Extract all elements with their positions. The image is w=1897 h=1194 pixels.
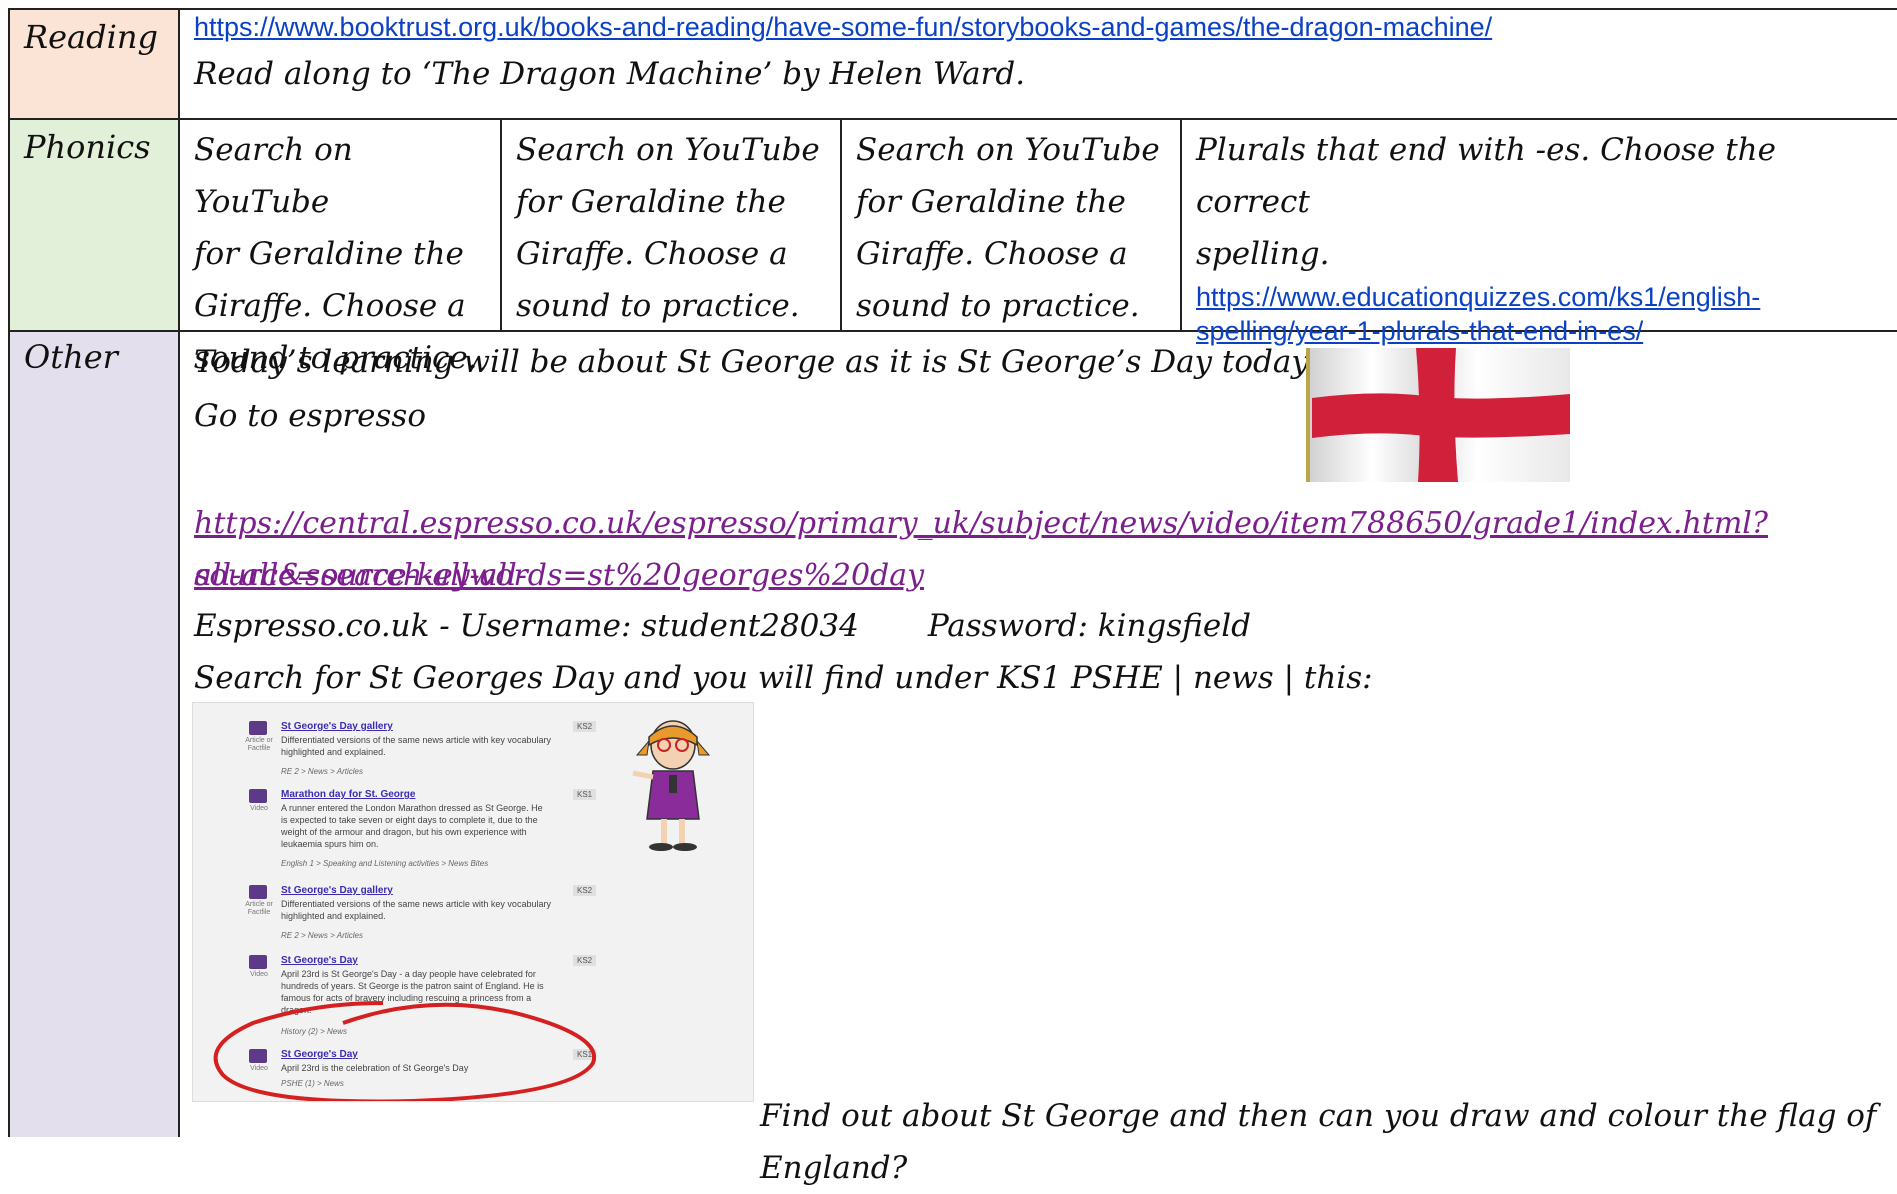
phonics-cell-line: Giraffe. Choose a (516, 236, 788, 272)
reading-text: Read along to ‘The Dragon Machine’ by He… (194, 56, 1026, 92)
reading-label: Reading (24, 18, 158, 56)
other-label-cell (10, 332, 178, 1137)
plurals-text-2: spelling. (1196, 236, 1330, 272)
england-flag-image (1306, 348, 1570, 482)
phonics-cell-line: for Geraldine the (194, 236, 464, 272)
espresso-results-screenshot: Article or Factfile St George's Day gall… (192, 702, 754, 1102)
espresso-search-instruction: Search for St Georges Day and you will f… (194, 660, 1373, 696)
reading-link[interactable]: https://www.booktrust.org.uk/books-and-r… (194, 12, 1492, 43)
final-instruction: Find out about St George and then can yo… (760, 1098, 1877, 1186)
table-border-left (8, 8, 10, 1137)
phonics-cell-plurals: Plurals that end with -es. Choose the co… (1196, 124, 1886, 348)
phonics-cell-line: Giraffe. Choose a (856, 236, 1128, 272)
phonics-cell-line: sound to practice. (516, 288, 800, 324)
phonics-label: Phonics (24, 128, 151, 166)
other-label: Other (24, 338, 118, 376)
phonics-cell-line: for Geraldine the (856, 184, 1126, 220)
espresso-link-2[interactable]: all-all&source-keywords=st%20georges%20d… (194, 550, 924, 602)
phonics-cell-line: Search on YouTube (516, 132, 820, 168)
phonics-divider-2 (840, 118, 842, 332)
england-flag-graphic (1306, 348, 1570, 482)
phonics-divider-1 (500, 118, 502, 332)
other-intro: Today’s learning will be about St George… (194, 344, 1322, 380)
table-border-top (10, 8, 1897, 10)
plurals-link-1[interactable]: https://www.educationquizzes.com/ks1/eng… (1196, 280, 1886, 314)
table-border-row1 (10, 118, 1897, 120)
plurals-text-1: Plurals that end with -es. Choose the co… (1196, 132, 1776, 220)
other-go-to: Go to espresso (194, 398, 427, 434)
phonics-cell-2: Search on YouTube for Geraldine the Gira… (516, 124, 836, 332)
table-border-label (178, 8, 180, 1137)
espresso-login: Espresso.co.uk - Username: student28034 … (194, 608, 1251, 644)
phonics-cell-line: for Geraldine the (516, 184, 786, 220)
phonics-cell-line: Search on YouTube (856, 132, 1160, 168)
red-highlight-circle (213, 1001, 597, 1101)
phonics-cell-line: Search on YouTube (194, 132, 353, 220)
phonics-cell-line: Giraffe. Choose a (194, 288, 466, 324)
phonics-cell-3: Search on YouTube for Geraldine the Gira… (856, 124, 1176, 332)
phonics-cell-line: sound to practice. (856, 288, 1140, 324)
phonics-divider-3 (1180, 118, 1182, 332)
